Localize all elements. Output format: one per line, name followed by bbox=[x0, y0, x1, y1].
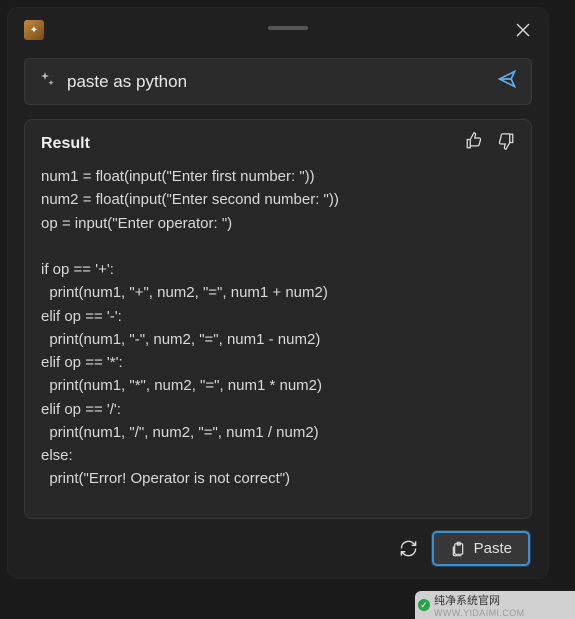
send-button[interactable] bbox=[497, 69, 517, 94]
thumbs-up-button[interactable] bbox=[465, 132, 483, 155]
action-bar: Paste bbox=[8, 519, 548, 578]
drag-handle[interactable] bbox=[268, 26, 308, 30]
paste-button[interactable]: Paste bbox=[432, 531, 530, 566]
send-icon bbox=[497, 69, 517, 89]
thumbs-down-button[interactable] bbox=[497, 132, 515, 155]
sparkle-icon bbox=[39, 72, 55, 91]
check-icon: ✓ bbox=[418, 599, 430, 611]
result-title: Result bbox=[41, 135, 90, 153]
thumbs-down-icon bbox=[497, 132, 515, 150]
refresh-button[interactable] bbox=[399, 539, 418, 558]
refresh-icon bbox=[399, 539, 418, 558]
close-button[interactable] bbox=[514, 21, 532, 39]
paste-button-label: Paste bbox=[474, 540, 512, 557]
feedback-group bbox=[465, 132, 515, 155]
result-body[interactable]: num1 = float(input("Enter first number: … bbox=[25, 165, 531, 518]
prompt-row bbox=[24, 58, 532, 105]
app-icon bbox=[24, 20, 44, 40]
watermark: ✓ 纯净系统官网 WWW.YIDAIMI.COM bbox=[415, 591, 575, 619]
prompt-input[interactable] bbox=[67, 72, 485, 92]
close-icon bbox=[516, 23, 530, 37]
watermark-text: 纯净系统官网 bbox=[434, 592, 525, 608]
titlebar bbox=[8, 8, 548, 48]
paste-panel: Result num1 = float(input("Enter first n… bbox=[8, 8, 548, 578]
result-card: Result num1 = float(input("Enter first n… bbox=[24, 119, 532, 519]
code-block: num1 = float(input("Enter first number: … bbox=[41, 165, 515, 491]
clipboard-icon bbox=[450, 541, 466, 557]
thumbs-up-icon bbox=[465, 132, 483, 150]
result-header: Result bbox=[25, 120, 531, 165]
watermark-url: WWW.YIDAIMI.COM bbox=[434, 608, 525, 618]
